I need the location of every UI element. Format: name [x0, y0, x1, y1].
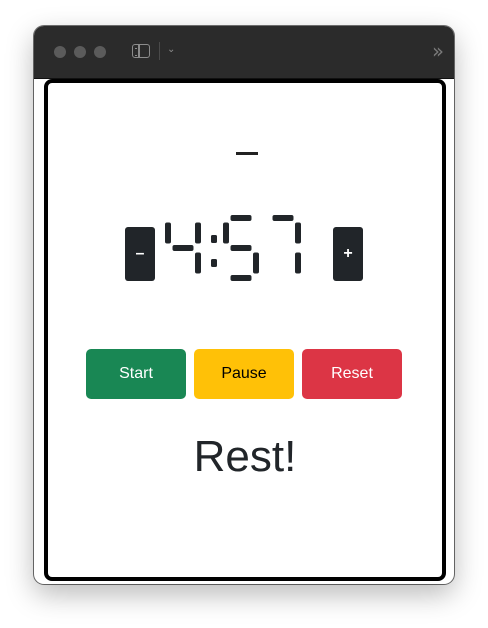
- lcd-segment-b: [295, 222, 301, 244]
- app-window: ⌄ ›› – + Start Pause Reset Rest!: [34, 26, 454, 584]
- lcd-segment-c: [295, 252, 301, 274]
- lcd-segment-c: [253, 252, 259, 274]
- sidebar-icon[interactable]: [132, 44, 150, 58]
- lcd-colon-dot: [211, 235, 217, 243]
- lcd-colon-dot: [211, 259, 217, 267]
- lcd-segment-f: [165, 222, 171, 244]
- minimize-window-button[interactable]: [74, 46, 86, 58]
- lcd-segment-f: [223, 222, 229, 244]
- lcd-segment-c: [195, 252, 201, 274]
- toolbar-divider: [159, 42, 160, 60]
- close-window-button[interactable]: [54, 46, 66, 58]
- lcd-segment-g: [230, 245, 252, 251]
- decrement-button[interactable]: –: [125, 227, 155, 281]
- reset-button[interactable]: Reset: [302, 349, 402, 399]
- lcd-segment-b: [195, 222, 201, 244]
- pause-button[interactable]: Pause: [194, 349, 294, 399]
- zoom-window-button[interactable]: [94, 46, 106, 58]
- start-button[interactable]: Start: [86, 349, 186, 399]
- increment-button[interactable]: +: [333, 227, 363, 281]
- lcd-segment-a: [272, 215, 294, 221]
- lcd-segment-a: [230, 215, 252, 221]
- timer-label: [236, 152, 258, 155]
- lcd-segment-g: [172, 245, 194, 251]
- timer-panel: – + Start Pause Reset Rest!: [44, 79, 446, 581]
- lcd-segment-d: [230, 275, 252, 281]
- chevron-down-icon[interactable]: ⌄: [167, 43, 175, 57]
- status-message: Rest!: [193, 432, 297, 481]
- time-display: [165, 215, 301, 281]
- title-bar: ⌄ ››: [34, 26, 454, 79]
- overflow-chevron-icon[interactable]: ››: [432, 40, 444, 62]
